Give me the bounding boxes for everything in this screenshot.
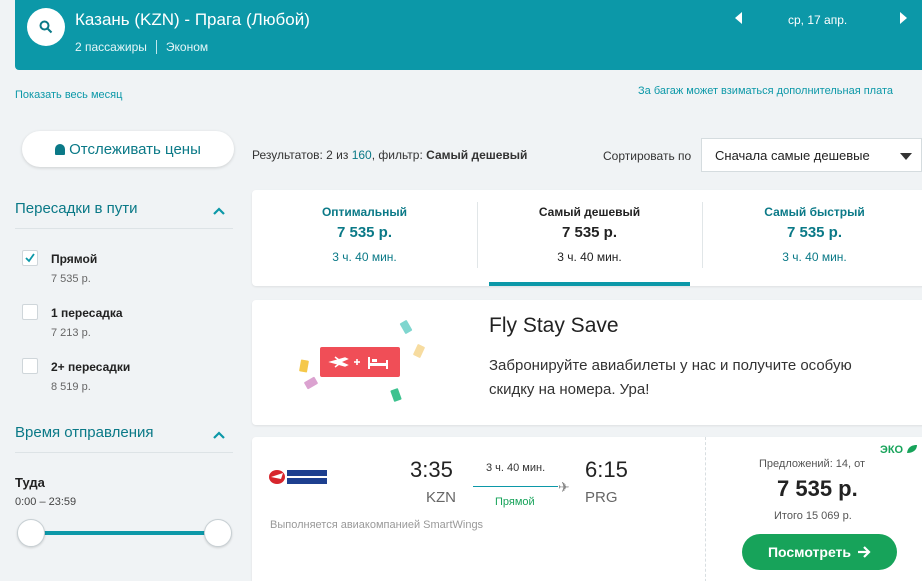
sort-label: Сортировать по: [603, 149, 692, 163]
confetti-shape: [399, 319, 413, 335]
confetti-shape: [299, 359, 309, 373]
sort-tabs: Оптимальный 7 535 р. 3 ч. 40 мин. Самый …: [252, 190, 922, 286]
flight-duration: 3 ч. 40 мин.: [486, 462, 546, 474]
search-details: 2 пассажиры Эконом: [75, 40, 208, 54]
time-range-value: 0:00 – 23:59: [15, 496, 77, 508]
stops-filter-title[interactable]: Пересадки в пути: [15, 200, 138, 217]
arrow-right-icon: [858, 546, 871, 558]
tab-optimal[interactable]: Оптимальный 7 535 р. 3 ч. 40 мин.: [252, 190, 477, 286]
stops-label: Прямой: [495, 496, 535, 508]
results-total-link[interactable]: 160: [352, 148, 372, 162]
stops-option-label: 1 пересадка: [51, 306, 123, 320]
stops-option-label: Прямой: [51, 252, 98, 266]
results-filter-value: Самый дешевый: [426, 148, 528, 162]
tab-cheapest[interactable]: Самый дешевый 7 535 р. 3 ч. 40 мин.: [477, 190, 702, 286]
previous-date-arrow-icon[interactable]: [735, 12, 742, 24]
departure-time-filter-title[interactable]: Время отправления: [15, 424, 154, 441]
tab-duration: 3 ч. 40 мин.: [782, 250, 847, 264]
bell-icon: [55, 143, 66, 155]
view-deal-button[interactable]: Посмотреть: [742, 534, 897, 570]
search-summary-bar[interactable]: Казань (KZN) - Прага (Любой) 2 пассажиры…: [15, 0, 922, 70]
tab-title: Самый дешевый: [538, 205, 641, 219]
active-tab-indicator: [489, 282, 690, 286]
direction-label: Туда: [15, 475, 45, 490]
stops-one-checkbox[interactable]: [22, 304, 38, 320]
flight-path-line: [473, 486, 558, 487]
stops-option-price: 7 535 р.: [51, 273, 91, 285]
total-price: Итого 15 069 р.: [774, 510, 852, 522]
next-date-arrow-icon[interactable]: [900, 12, 907, 24]
tab-fastest[interactable]: Самый быстрый 7 535 р. 3 ч. 40 мин.: [702, 190, 922, 286]
leaf-icon: [907, 445, 918, 453]
divider: [15, 452, 233, 453]
tab-price: 7 535 р.: [561, 224, 618, 241]
operated-by-text: Выполняется авиакомпанией SmartWings: [270, 519, 484, 531]
time-range-slider-track[interactable]: [30, 531, 218, 535]
track-prices-label: Отслеживать цены: [69, 140, 201, 158]
passengers-count: 2 пассажиры: [75, 40, 147, 54]
flight-price: 7 535 р.: [777, 476, 858, 501]
slider-min-handle[interactable]: [17, 519, 45, 547]
show-whole-month-link[interactable]: Показать весь месяц: [15, 89, 122, 101]
stops-option-label: 2+ пересадки: [51, 360, 131, 374]
arrival-airport-code: PRG: [585, 489, 618, 506]
divider: [705, 437, 706, 581]
airline-logo: [268, 465, 330, 491]
search-icon: [39, 20, 53, 34]
promo-text: Забронируйте авиабилеты у нас и получите…: [489, 357, 852, 398]
stops-direct-checkbox[interactable]: [22, 250, 38, 266]
eco-label: ЭКО: [880, 444, 904, 456]
stops-two-plus-checkbox[interactable]: [22, 358, 38, 374]
stops-option-price: 8 519 р.: [51, 381, 91, 393]
flight-hotel-badge: [320, 347, 400, 377]
arrival-time: 6:15: [585, 457, 628, 482]
departure-time: 3:35: [410, 457, 453, 482]
sort-selected-value: Сначала самые дешевые: [715, 148, 870, 163]
confetti-shape: [303, 376, 319, 390]
date-navigator: ср, 17 апр.: [730, 10, 922, 30]
czech-airlines-logo-icon: [269, 470, 327, 484]
baggage-fee-link[interactable]: За багаж может взиматься дополнительная …: [638, 85, 893, 97]
tab-title: Оптимальный: [321, 205, 408, 219]
tab-price: 7 535 р.: [786, 224, 843, 241]
results-summary: Результатов: 2 из 160, фильтр: Самый деш…: [252, 148, 527, 162]
departure-airport-code: KZN: [426, 489, 456, 506]
cabin-class: Эконом: [165, 40, 209, 54]
tab-duration: 3 ч. 40 мин.: [332, 250, 397, 264]
tab-duration: 3 ч. 40 мин.: [557, 250, 622, 264]
search-button[interactable]: [27, 8, 65, 46]
flight-result-card[interactable]: 3:35 KZN 3 ч. 40 мин. ✈ Прямой 6:15 PRG …: [252, 437, 922, 581]
airplane-icon: ✈: [558, 479, 570, 495]
divider: [155, 40, 157, 54]
fly-stay-save-promo[interactable]: Fly Stay Save Забронируйте авиабилеты у …: [252, 300, 922, 425]
chevron-up-icon[interactable]: [213, 429, 225, 441]
sort-dropdown[interactable]: Сначала самые дешевые: [701, 138, 922, 172]
divider: [15, 228, 233, 229]
stops-option-price: 7 213 р.: [51, 327, 91, 339]
confetti-shape: [412, 343, 426, 359]
tab-title: Самый быстрый: [764, 205, 865, 219]
slider-max-handle[interactable]: [204, 519, 232, 547]
results-prefix: Результатов: 2 из: [252, 148, 352, 162]
eco-badge[interactable]: ЭКО: [880, 444, 918, 456]
results-filter-text: , фильтр:: [371, 148, 427, 162]
track-prices-button[interactable]: Отслеживать цены: [22, 131, 234, 167]
checkmark-icon: [25, 253, 35, 263]
chevron-up-icon[interactable]: [213, 205, 225, 217]
departure-date: ср, 17 апр.: [788, 13, 848, 27]
search-route: Казань (KZN) - Прага (Любой): [75, 10, 310, 29]
dropdown-arrow-icon: [900, 153, 912, 160]
plane-plus-bed-icon: [328, 356, 388, 369]
offers-count: Предложений: 14, от: [759, 458, 866, 470]
confetti-shape: [292, 340, 300, 352]
tab-price: 7 535 р.: [336, 224, 393, 241]
confetti-shape: [390, 387, 402, 403]
view-deal-label: Посмотреть: [767, 544, 852, 560]
promo-title: Fly Stay Save: [489, 314, 619, 337]
